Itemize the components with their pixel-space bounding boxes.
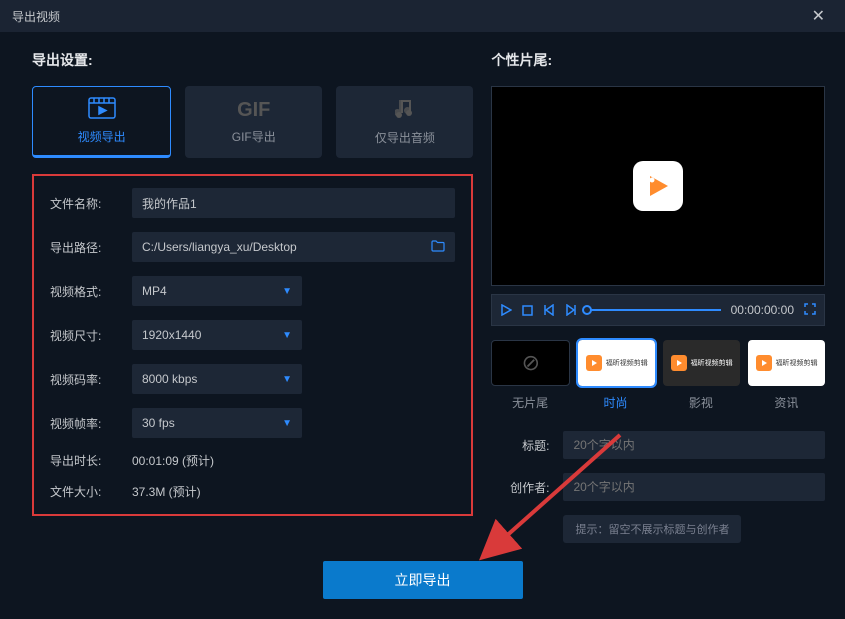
size-select[interactable]: 1920x1440 ▼ [132,320,302,350]
duration-value: 00:01:09 (预计) [132,452,214,469]
thumb-label-news: 资讯 [748,394,825,411]
mini-play-icon [671,355,687,371]
ending-section-title: 个性片尾: [491,50,825,70]
window-title: 导出视频 [12,8,60,25]
bitrate-select[interactable]: 8000 kbps ▼ [132,364,302,394]
format-select[interactable]: MP4 ▼ [132,276,302,306]
fullscreen-icon[interactable] [804,303,816,318]
title-input[interactable] [563,431,825,459]
chevron-down-icon: ▼ [282,374,292,385]
filesize-value: 37.3M (预计) [132,483,201,500]
export-settings-title: 导出设置: [32,50,473,70]
thumb-none[interactable]: ⊘ [491,340,570,386]
export-form: 文件名称: 导出路径: 视频格式: MP4 ▼ [32,174,473,516]
format-label: 视频格式: [50,283,118,300]
chevron-down-icon: ▼ [282,286,292,297]
fps-label: 视频帧率: [50,415,118,432]
filesize-label: 文件大小: [50,483,118,500]
tab-gif-export[interactable]: GIF GIF导出 [185,86,322,158]
thumb-brand-text: 福昕视频剪辑 [776,358,818,368]
tab-audio-label: 仅导出音频 [375,129,435,146]
filename-label: 文件名称: [50,195,118,212]
tab-video-label: 视频导出 [78,128,126,145]
title-label: 标题: [491,437,549,454]
path-label: 导出路径: [50,239,118,256]
gif-icon: GIF [237,99,270,122]
tab-audio-export[interactable]: 仅导出音频 [336,86,473,158]
app-logo-icon [633,161,683,211]
creator-input[interactable] [563,473,825,501]
size-value: 1920x1440 [142,328,201,342]
close-icon[interactable]: ✕ [804,2,833,30]
music-note-icon [395,98,415,123]
thumb-label-movie: 影视 [662,394,739,411]
thumb-brand-text: 福昕视频剪辑 [691,358,733,368]
video-icon [88,97,116,122]
thumb-movie[interactable]: 福昕视频剪辑 [663,340,740,386]
tab-video-export[interactable]: 视频导出 [32,86,171,158]
play-icon[interactable] [500,304,512,316]
hint-text: 提示：留空不展示标题与创作者 [563,515,741,543]
fps-value: 30 fps [142,416,175,430]
preview-area [491,86,825,286]
mini-play-icon [586,355,602,371]
size-label: 视频尺寸: [50,327,118,344]
prev-icon[interactable] [543,304,555,316]
timecode: 00:00:00:00 [731,303,794,317]
thumb-brand-text: 福昕视频剪辑 [606,358,648,368]
bitrate-value: 8000 kbps [142,372,197,386]
duration-label: 导出时长: [50,452,118,469]
seek-thumb[interactable] [582,305,592,315]
thumb-fashion[interactable]: 福昕视频剪辑 [578,340,655,386]
folder-icon[interactable] [431,239,445,255]
stop-icon[interactable] [522,305,533,316]
bitrate-label: 视频码率: [50,371,118,388]
thumb-news[interactable]: 福昕视频剪辑 [748,340,825,386]
tab-gif-label: GIF导出 [232,128,276,145]
no-ending-icon: ⊘ [522,350,540,376]
creator-label: 创作者: [491,479,549,496]
mini-play-icon [756,355,772,371]
thumb-label-none: 无片尾 [491,394,568,411]
format-value: MP4 [142,284,167,298]
next-icon[interactable] [565,304,577,316]
fps-select[interactable]: 30 fps ▼ [132,408,302,438]
path-input[interactable] [132,232,455,262]
chevron-down-icon: ▼ [282,418,292,429]
thumb-label-fashion: 时尚 [577,394,654,411]
seek-slider[interactable] [587,309,720,311]
chevron-down-icon: ▼ [282,330,292,341]
filename-input[interactable] [132,188,455,218]
export-button[interactable]: 立即导出 [323,561,523,599]
player-controls: 00:00:00:00 [491,294,825,326]
